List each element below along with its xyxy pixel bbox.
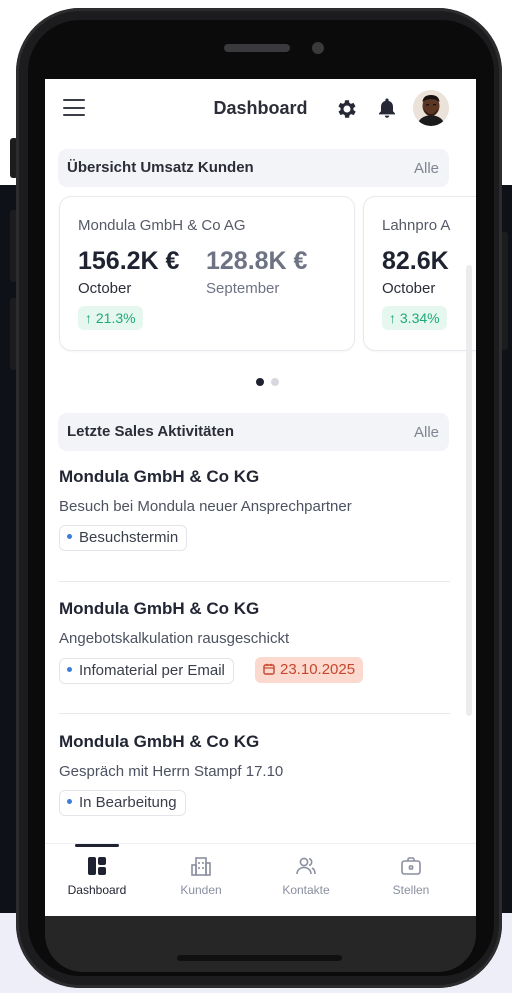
nav-item-kunden[interactable]: Kunden xyxy=(156,854,246,897)
revenue-section-header: Übersicht Umsatz Kunden Alle xyxy=(58,149,449,187)
activity-description: Angebotskalkulation rausgeschickt xyxy=(59,630,290,647)
status-dot-icon xyxy=(67,798,72,804)
growth-value: 21.3% xyxy=(95,310,136,326)
nav-label: Kontakte xyxy=(282,883,330,897)
building-icon xyxy=(191,857,211,876)
gear-icon[interactable] xyxy=(335,97,359,121)
status-dot-icon xyxy=(67,533,72,539)
activities-section-header: Letzte Sales Aktivitäten Alle xyxy=(58,413,449,451)
carousel-pagination xyxy=(256,373,282,391)
previous-month-label: September xyxy=(206,280,280,297)
activities-all-link[interactable]: Alle xyxy=(414,424,439,441)
growth-badge: ↑ 3.34% xyxy=(382,306,447,330)
tag-label: Besuchstermin xyxy=(79,529,179,546)
nav-item-kontakte[interactable]: Kontakte xyxy=(261,854,351,897)
nav-label: Kunden xyxy=(180,883,222,897)
growth-value: 3.34% xyxy=(399,310,440,326)
activity-description: Besuch bei Mondula neuer Ansprechpartner xyxy=(59,498,352,515)
revenue-card[interactable]: Lahnpro AG 82.6K € October ↑ 3.34% xyxy=(363,196,476,351)
bottom-nav: Dashboard Kunden Kontakte Stellen xyxy=(45,843,476,916)
phone-chin xyxy=(45,916,476,972)
dashboard-icon xyxy=(88,857,106,875)
briefcase-icon xyxy=(401,857,421,875)
divider xyxy=(59,581,450,582)
avatar[interactable] xyxy=(413,90,449,126)
app-header: Dashboard xyxy=(45,79,476,139)
speaker-grille xyxy=(224,44,290,52)
arrow-up-icon: ↑ xyxy=(85,310,92,326)
page-dot[interactable] xyxy=(271,378,280,386)
card-company-name: Lahnpro AG xyxy=(382,217,451,234)
card-clip: Lahnpro AG 82.6K € October ↑ 3.34% xyxy=(364,197,451,350)
activity-status-tag: Besuchstermin xyxy=(59,525,188,551)
activity-company[interactable]: Mondula GmbH & Co KG xyxy=(59,599,259,619)
revenue-all-link[interactable]: Alle xyxy=(414,160,439,177)
contacts-icon xyxy=(296,857,316,875)
revenue-section-title: Übersicht Umsatz Kunden xyxy=(67,159,254,176)
card-company-name: Mondula GmbH & Co AG xyxy=(78,217,246,234)
divider xyxy=(59,713,450,714)
activity-status-tag: Infomaterial per Email xyxy=(59,658,234,684)
activity-description: Gespräch mit Herrn Stampf 17.10 xyxy=(59,763,284,780)
growth-badge: ↑ 21.3% xyxy=(78,306,143,330)
front-camera xyxy=(312,42,324,54)
app-screen: Dashboard Übersicht Umsatz Kunden Alle M… xyxy=(45,79,476,916)
nav-item-stellen[interactable]: Stellen xyxy=(366,854,456,897)
current-month-label: October xyxy=(78,280,132,297)
nav-label: Dashboard xyxy=(67,883,127,897)
activity-company[interactable]: Mondula GmbH & Co KG xyxy=(59,732,259,752)
due-date-value: 23.10.2025 xyxy=(280,661,356,678)
activity-status-tag: In Bearbeitung xyxy=(59,790,186,816)
nav-label: Stellen xyxy=(392,883,430,897)
page-title: Dashboard xyxy=(213,98,308,118)
active-tab-indicator xyxy=(75,844,119,847)
phone-notch xyxy=(138,20,382,70)
page-dot-active[interactable] xyxy=(256,378,264,386)
tag-label: In Bearbeitung xyxy=(79,794,177,811)
home-indicator[interactable] xyxy=(177,955,342,961)
nav-item-dashboard[interactable]: Dashboard xyxy=(52,854,142,897)
bell-icon[interactable] xyxy=(375,96,399,120)
due-date-badge: 23.10.2025 xyxy=(255,657,364,683)
previous-revenue-value: 128.8K € xyxy=(206,247,308,275)
activities-section-title: Letzte Sales Aktivitäten xyxy=(67,423,234,440)
current-month-label: October xyxy=(382,280,436,297)
activity-company[interactable]: Mondula GmbH & Co KG xyxy=(59,467,259,487)
tag-label: Infomaterial per Email xyxy=(79,662,225,679)
current-revenue-value: 156.2K € xyxy=(78,247,180,275)
revenue-card[interactable]: Mondula GmbH & Co AG 156.2K € 128.8K € O… xyxy=(59,196,355,351)
current-revenue-value: 82.6K € xyxy=(382,247,451,275)
status-dot-icon xyxy=(67,666,72,672)
arrow-up-icon: ↑ xyxy=(389,310,396,326)
scrollbar[interactable] xyxy=(466,265,472,716)
calendar-icon xyxy=(263,663,275,675)
avatar-image xyxy=(413,90,449,126)
